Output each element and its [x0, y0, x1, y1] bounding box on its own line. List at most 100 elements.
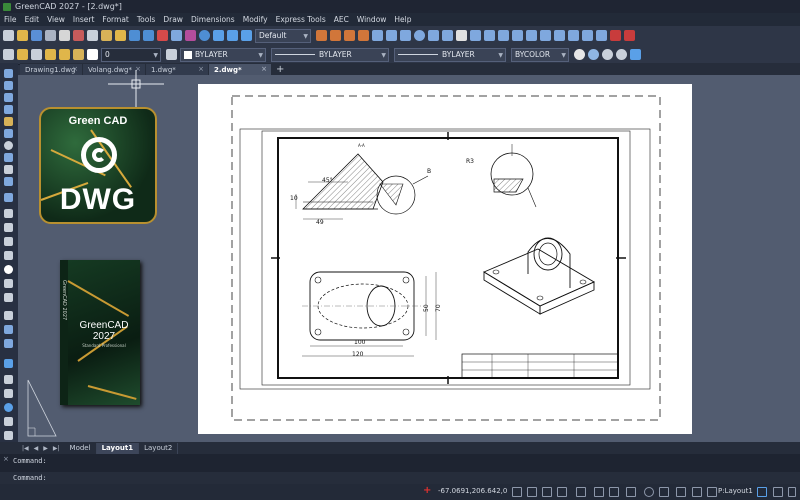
text-tool-icon[interactable] [4, 325, 13, 334]
new-tab-button[interactable]: + [276, 64, 284, 75]
mirror-tool-icon[interactable] [4, 403, 13, 412]
menu-draw[interactable]: Draw [163, 15, 183, 24]
undo-icon[interactable] [129, 30, 140, 41]
open-icon[interactable] [17, 30, 28, 41]
plotstyle-select[interactable]: BYCOLOR ▼ [511, 47, 569, 62]
distance-icon[interactable] [372, 30, 383, 41]
array-tool-icon[interactable] [4, 431, 13, 440]
menu-format[interactable]: Format [102, 15, 128, 24]
menu-express-tools[interactable]: Express Tools [276, 15, 326, 24]
doc-tab-2[interactable]: 2.dwg* × [209, 64, 271, 75]
rectangle-tool-icon[interactable] [4, 117, 13, 126]
revcloud-tool-icon[interactable] [4, 153, 13, 162]
ortho-icon[interactable] [542, 487, 552, 497]
close-icon[interactable]: × [261, 65, 267, 73]
render-icon[interactable] [574, 49, 585, 60]
customize-icon[interactable] [773, 487, 783, 497]
workspace-icon[interactable] [692, 487, 702, 497]
next-layout-icon[interactable]: ▶ [43, 445, 48, 452]
menu-dimensions[interactable]: Dimensions [191, 15, 235, 24]
make-block-tool-icon[interactable] [4, 209, 13, 218]
point-tool-icon[interactable] [4, 223, 13, 232]
circle-tool-icon[interactable] [4, 141, 13, 150]
command-input[interactable]: Command: [0, 472, 800, 484]
menu-tools[interactable]: Tools [137, 15, 155, 24]
material-icon[interactable] [588, 49, 599, 60]
insert-block-tool-icon[interactable] [4, 193, 13, 202]
close-icon[interactable]: × [72, 65, 78, 73]
lineweight-icon[interactable] [609, 487, 619, 497]
save-icon[interactable] [31, 30, 42, 41]
line-icon[interactable] [386, 30, 397, 41]
doc-tab-drawing1[interactable]: Drawing1.dwg × [20, 64, 82, 75]
wipeout-icon[interactable] [582, 30, 593, 41]
mtext-tool-icon[interactable] [4, 339, 13, 348]
layer-previous-icon[interactable] [31, 49, 42, 60]
menu-help[interactable]: Help [394, 15, 411, 24]
ray-icon[interactable] [540, 30, 551, 41]
mline-icon[interactable] [554, 30, 565, 41]
rectangle-icon[interactable] [442, 30, 453, 41]
lock-icon[interactable] [73, 49, 84, 60]
polar-icon[interactable] [557, 487, 567, 497]
close-icon[interactable]: × [198, 65, 204, 73]
menu-aec[interactable]: AEC [334, 15, 349, 24]
pan-icon[interactable] [157, 30, 168, 41]
dim-style-icon[interactable] [227, 30, 238, 41]
sun-icon[interactable] [59, 49, 70, 60]
erase-tool-icon[interactable] [4, 375, 13, 384]
camera-icon[interactable] [630, 49, 641, 60]
help-icon[interactable] [199, 30, 210, 41]
menu-file[interactable]: File [4, 15, 17, 24]
multileader-icon[interactable] [316, 30, 327, 41]
copy-tool-icon[interactable] [4, 389, 13, 398]
layer-icon[interactable] [3, 49, 14, 60]
grid-icon[interactable] [527, 487, 537, 497]
layout-tab-layout2[interactable]: Layout2 [139, 442, 179, 454]
layer-color-icon[interactable] [87, 49, 98, 60]
circle-icon[interactable] [414, 30, 425, 41]
explode-icon[interactable] [624, 30, 635, 41]
leader-icon[interactable] [330, 30, 341, 41]
first-layout-icon[interactable]: |◀ [22, 445, 29, 452]
sphere-icon[interactable] [616, 49, 627, 60]
text-style-icon[interactable] [213, 30, 224, 41]
hatch-icon[interactable] [456, 30, 467, 41]
otrack-icon[interactable] [594, 487, 604, 497]
table-tool-icon[interactable] [4, 279, 13, 288]
selection-cycling-icon[interactable] [644, 487, 654, 497]
last-layout-icon[interactable]: ▶| [53, 445, 60, 452]
zoom-window-icon[interactable] [185, 30, 196, 41]
new-icon[interactable] [3, 30, 14, 41]
ellipse-tool-icon[interactable] [4, 177, 13, 186]
polygon-tool-icon[interactable] [4, 105, 13, 114]
line-tool-icon[interactable] [4, 69, 13, 78]
bulb-icon[interactable] [45, 49, 56, 60]
style-select[interactable]: Default ▼ [255, 28, 311, 43]
layout-paper[interactable]: A-A B 45° 10 49 R3 100 120 50 70 [198, 84, 692, 434]
table-style-icon[interactable] [241, 30, 252, 41]
color-select[interactable]: BYLAYER ▼ [180, 47, 266, 62]
polyline-icon[interactable] [400, 30, 411, 41]
fullscreen-icon[interactable] [788, 487, 796, 497]
align-leader-icon[interactable] [344, 30, 355, 41]
erase-icon[interactable] [610, 30, 621, 41]
spline-icon[interactable] [484, 30, 495, 41]
match-properties-icon[interactable] [115, 30, 126, 41]
ellipse-icon[interactable] [498, 30, 509, 41]
annotation-icon[interactable] [676, 487, 686, 497]
osnap-icon[interactable] [576, 487, 586, 497]
arc-tool-icon[interactable] [4, 129, 13, 138]
cut-icon[interactable] [73, 30, 84, 41]
modify-tool-icon[interactable] [4, 359, 13, 368]
xline-icon[interactable] [526, 30, 537, 41]
zoom-icon[interactable] [171, 30, 182, 41]
point-icon[interactable] [512, 30, 523, 41]
menu-window[interactable]: Window [357, 15, 387, 24]
gradient-tool-icon[interactable] [4, 251, 13, 260]
region-tool-icon[interactable] [4, 265, 13, 274]
menu-edit[interactable]: Edit [25, 15, 40, 24]
paste-icon[interactable] [101, 30, 112, 41]
lineweight-select[interactable]: BYLAYER ▼ [394, 47, 506, 62]
polyline-tool-icon[interactable] [4, 93, 13, 102]
